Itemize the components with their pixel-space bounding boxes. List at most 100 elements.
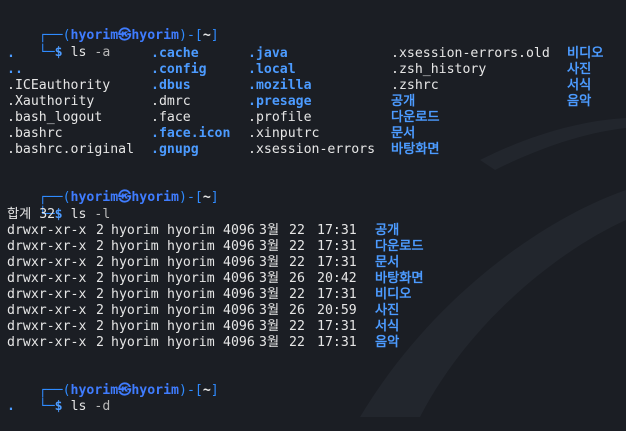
ls-l-perm: drwxr-xr-x [7, 223, 87, 238]
ls-l-size: 4096 [223, 319, 255, 334]
command-line-3[interactable]: └─$ ls -d [7, 383, 111, 414]
ls-l-links: 2 [96, 319, 104, 334]
ls-l-owner: hyorim [111, 335, 159, 350]
prompt-line-1: ┌──(hyorim㉿hyorim)-[~] [7, 12, 219, 43]
ls-a-file-entry: .zsh_history [391, 62, 487, 77]
ls-l-size: 4096 [223, 239, 255, 254]
prompt-frame: ] [210, 28, 219, 43]
ls-l-owner: hyorim [111, 303, 159, 318]
prompt-host: hyorim [131, 383, 179, 398]
ls-l-owner: hyorim [111, 287, 159, 302]
ls-a-directory-entry: .java [248, 46, 288, 61]
prompt-frame: )-[ [179, 28, 203, 43]
ls-l-name: 사진 [375, 303, 400, 318]
ls-a-directory-entry: 사진 [567, 62, 592, 77]
ls-a-file-entry: .face [151, 110, 191, 125]
ls-l-time: 17:31 [317, 255, 357, 270]
ls-l-size: 4096 [223, 255, 255, 270]
ls-l-group: hyorim [167, 287, 215, 302]
ls-a-file-entry: .dmrc [151, 94, 191, 109]
ls-l-owner: hyorim [111, 255, 159, 270]
ls-l-owner: hyorim [111, 271, 159, 286]
ls-l-day: 22 [289, 335, 305, 350]
ls-l-perm: drwxr-xr-x [7, 335, 87, 350]
ls-l-size: 4096 [223, 335, 255, 350]
ls-l-size: 4096 [223, 287, 255, 302]
prompt-frame: ] [210, 383, 219, 398]
prompt-separator: ㉿ [118, 190, 132, 205]
ls-l-month: 3월 [259, 303, 280, 318]
ls-l-day: 22 [289, 239, 305, 254]
ls-a-directory-entry: 바탕화면 [391, 142, 440, 157]
ls-d-output: . [7, 399, 15, 414]
ls-l-perm: drwxr-xr-x [7, 287, 87, 302]
ls-l-group: hyorim [167, 223, 215, 238]
command-arg: -a [94, 45, 111, 60]
ls-l-group: hyorim [167, 255, 215, 270]
ls-a-directory-entry: 다운로드 [391, 110, 440, 125]
prompt-separator: ㉿ [118, 383, 132, 398]
ls-l-day: 26 [289, 271, 305, 286]
prompt-frame: ] [210, 190, 219, 205]
prompt-host: hyorim [131, 28, 179, 43]
ls-l-name: 서식 [375, 319, 400, 334]
command-arg: -l [94, 207, 111, 222]
command-line-2[interactable]: └─$ ls -l [7, 191, 111, 222]
command-name: ls [70, 45, 87, 60]
ls-l-day: 26 [289, 303, 305, 318]
prompt-line-3: ┌──(hyorim㉿hyorim)-[~] [7, 367, 219, 398]
prompt-dir: ~ [202, 28, 211, 43]
ls-l-group: hyorim [167, 319, 215, 334]
prompt-dollar: $ [54, 399, 63, 414]
ls-l-time: 17:31 [317, 239, 357, 254]
ls-l-month: 3월 [259, 255, 280, 270]
ls-l-perm: drwxr-xr-x [7, 303, 87, 318]
prompt-dollar: $ [54, 207, 63, 222]
command-name: ls [70, 399, 87, 414]
ls-l-month: 3월 [259, 319, 280, 334]
ls-l-owner: hyorim [111, 239, 159, 254]
ls-l-owner: hyorim [111, 319, 159, 334]
ls-a-file-entry: .Xauthority [7, 94, 95, 109]
ls-a-file-entry: .xinputrc [248, 126, 320, 141]
prompt-frame: └─ [38, 45, 55, 60]
ls-l-name: 다운로드 [375, 239, 424, 254]
ls-a-directory-entry: 서식 [567, 78, 592, 93]
ls-l-group: hyorim [167, 335, 215, 350]
terminal-window[interactable]: ┌──(hyorim㉿hyorim)-[~] └─$ ls -a ... .ICE… [0, 0, 626, 417]
ls-l-perm: drwxr-xr-x [7, 271, 87, 286]
prompt-dir: ~ [202, 383, 211, 398]
ls-l-name: 음악 [375, 335, 400, 350]
ls-a-file-entry: .bash_logout [7, 110, 103, 125]
ls-l-name: 공개 [375, 223, 400, 238]
ls-l-time: 17:31 [317, 319, 357, 334]
ls-a-directory-entry: .presage [248, 94, 312, 109]
ls-l-name: 문서 [375, 255, 400, 270]
ls-l-month: 3월 [259, 335, 280, 350]
command-arg: -d [94, 399, 111, 414]
ls-l-size: 4096 [223, 303, 255, 318]
ls-l-month: 3월 [259, 223, 280, 238]
ls-a-directory-entry: .local [248, 62, 296, 77]
ls-l-total: 합계 32 [7, 207, 56, 222]
ls-l-owner: hyorim [111, 223, 159, 238]
ls-l-group: hyorim [167, 271, 215, 286]
ls-l-day: 22 [289, 223, 305, 238]
ls-l-perm: drwxr-xr-x [7, 255, 87, 270]
ls-l-time: 17:31 [317, 287, 357, 302]
ls-l-links: 2 [96, 271, 104, 286]
command-name: ls [70, 207, 87, 222]
ls-a-directory-entry: .cache [151, 46, 199, 61]
ls-a-directory-entry: .. [7, 62, 23, 77]
ls-l-links: 2 [96, 255, 104, 270]
ls-a-directory-entry: 문서 [391, 126, 416, 141]
ls-a-directory-entry: 공개 [391, 94, 416, 109]
ls-l-perm: drwxr-xr-x [7, 319, 87, 334]
ls-l-month: 3월 [259, 239, 280, 254]
command-line-1[interactable]: └─$ ls -a [7, 29, 111, 60]
ls-l-time: 20:42 [317, 271, 357, 286]
ls-l-group: hyorim [167, 303, 215, 318]
ls-a-directory-entry: .gnupg [151, 142, 199, 157]
ls-a-file-entry: .zshrc [391, 78, 439, 93]
ls-l-month: 3월 [259, 287, 280, 302]
